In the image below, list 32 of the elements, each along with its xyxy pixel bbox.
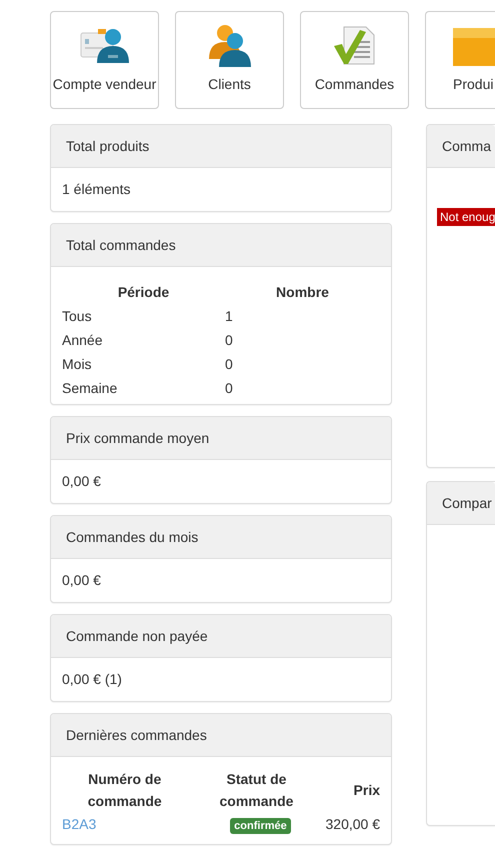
table-cell-text: 0	[225, 331, 234, 350]
panel-heading: Prix commande moyen	[51, 417, 391, 460]
column-header: Numéro de commande	[86, 770, 163, 811]
panel-value: 1 éléments	[62, 181, 130, 197]
table-cell-text: Semaine	[62, 379, 118, 398]
nav-tile[interactable]: Compte vendeur	[50, 11, 159, 109]
panel-heading: Commande non payée	[51, 615, 391, 658]
nav-tile[interactable]: Produi	[425, 11, 495, 109]
panel-heading: Comma	[427, 125, 495, 168]
price-cell-text: 320,00 €	[326, 815, 380, 834]
column-header: Statut de commande	[218, 770, 294, 811]
column-header: Prix	[352, 781, 380, 800]
panel-heading: Commandes du mois	[51, 516, 391, 559]
panel-heading: Total produits	[51, 125, 391, 168]
panel-heading: Dernières commandes	[51, 714, 391, 757]
table-cell-text: 0	[225, 379, 234, 398]
alert-message: Not enoug	[437, 208, 495, 226]
status-badge: confirmée	[230, 818, 291, 834]
table-cell-text: Mois	[62, 355, 93, 374]
table-cell-text: Tous	[62, 307, 93, 326]
nav-tile[interactable]: Commandes	[300, 11, 409, 109]
panel-value: 0,00 €	[62, 473, 101, 489]
panel-heading: Compar	[427, 482, 495, 525]
table-cell-text: Année	[62, 331, 104, 350]
nav-tile[interactable]: Clients	[175, 11, 284, 109]
table-cell-text: 0	[225, 355, 234, 374]
column-header: Période	[116, 283, 170, 302]
panel-value: 0,00 €	[62, 572, 101, 588]
table-cell-text: 1	[225, 307, 234, 326]
panel-heading: Total commandes	[51, 224, 391, 267]
panel-value: 0,00 € (1)	[62, 671, 122, 687]
column-header: Nombre	[275, 283, 330, 302]
